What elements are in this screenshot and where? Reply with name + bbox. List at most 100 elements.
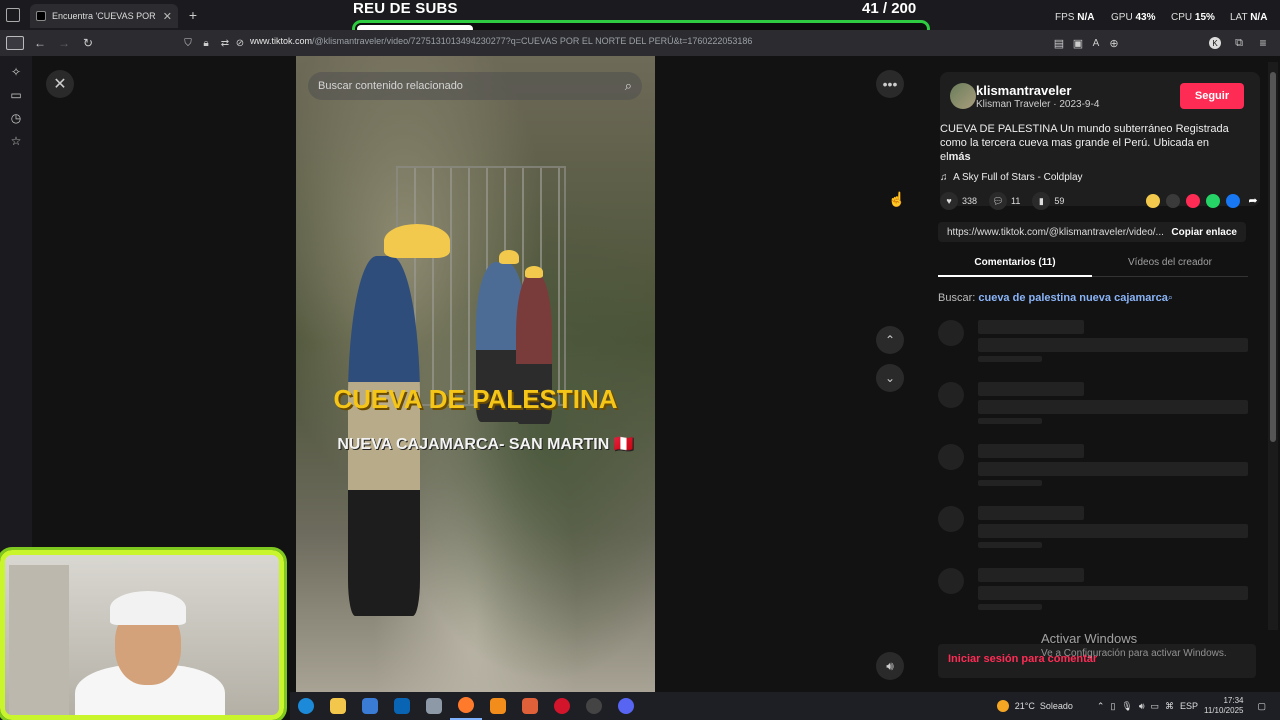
search-icon[interactable]: ⌕ <box>625 78 632 94</box>
close-icon[interactable]: ✕ <box>46 70 74 98</box>
counter-current: 41 <box>862 0 879 17</box>
overlay-counter: 41 / 200 <box>862 0 916 17</box>
outlook-icon[interactable] <box>386 692 418 720</box>
permissions-icon[interactable]: ⇄ <box>219 35 231 51</box>
shield-icon[interactable]: ⛉ <box>182 35 194 51</box>
heart-icon: ♥ <box>940 192 958 210</box>
screenshot-icon[interactable]: ▣ <box>1071 35 1085 51</box>
forward-icon[interactable]: → <box>56 35 72 51</box>
panel-tabs: Comentarios (11) Vídeos del creador <box>938 254 1248 277</box>
action-row: ♥ 338 💬︎ 11 ▮ 59 ➦ <box>940 191 1260 211</box>
cap-image <box>110 591 186 625</box>
device-icon[interactable]: ▯ <box>1110 701 1115 712</box>
details-panel: klismantraveler Klisman Traveler · 2023-… <box>918 56 1280 692</box>
bookmark-icon: ▮ <box>1032 192 1051 210</box>
firefox-icon[interactable] <box>450 692 482 720</box>
new-tab-icon[interactable]: + <box>186 7 200 23</box>
zoom-icon[interactable]: ⊕ <box>1107 35 1121 51</box>
coin-icon[interactable] <box>1146 194 1160 208</box>
close-tab-icon[interactable]: ✕ <box>163 10 172 23</box>
post-description: CUEVA DE PALESTINA Un mundo subterráneo … <box>940 123 1229 163</box>
send-icon[interactable] <box>1186 194 1200 208</box>
comment-button[interactable]: 💬︎ 11 <box>989 192 1020 210</box>
embed-icon[interactable] <box>1166 194 1180 208</box>
volume-icon[interactable]: 🔊︎ <box>876 652 904 680</box>
search-icon: ⌕ <box>1167 292 1173 302</box>
url-field[interactable]: www.tiktok.com/@klismantraveler/video/72… <box>250 36 752 46</box>
store-icon[interactable] <box>354 692 386 720</box>
obs-icon[interactable] <box>578 692 610 720</box>
username[interactable]: klismantraveler <box>976 83 1071 98</box>
helmet-image <box>499 250 519 264</box>
more-link[interactable]: más <box>949 151 971 163</box>
network-icon[interactable]: ▭ <box>1151 701 1160 712</box>
related-search-placeholder: Buscar contenido relacionado <box>318 80 463 92</box>
music-link[interactable]: ♫ A Sky Full of Stars - Coldplay <box>940 172 1083 183</box>
reader-view-icon[interactable]: ▤ <box>1052 35 1066 51</box>
back-icon[interactable]: ← <box>32 35 48 51</box>
discord-icon[interactable] <box>610 692 642 720</box>
notifications-icon[interactable]: ▢ <box>1257 701 1266 712</box>
related-search[interactable]: Buscar: cueva de palestina nueva cajamar… <box>938 292 1173 304</box>
bookmarks-icon[interactable]: ☆ <box>0 129 32 152</box>
related-search-input[interactable]: Buscar contenido relacionado ⌕ <box>308 72 642 100</box>
tab-actions-icon[interactable] <box>6 8 20 22</box>
language-indicator[interactable]: ESP <box>1180 701 1198 711</box>
avatar[interactable] <box>950 83 976 109</box>
system-tray: 21°C Soleado ⌃ ▯ 🎙︎ 🔊︎ ▭ ⌘ ESP 17:34 11/1… <box>996 692 1266 720</box>
webcam-feed <box>0 550 284 720</box>
windows-activation-subtitle: Ve a Configuración para activar Windows. <box>1041 648 1227 659</box>
ai-chat-icon[interactable]: ✧ <box>0 60 32 83</box>
file-explorer-icon[interactable] <box>322 692 354 720</box>
reload-icon[interactable]: ↻ <box>80 35 96 51</box>
account-icon[interactable]: K <box>1209 37 1221 49</box>
bluetooth-icon[interactable]: ⌘ <box>1165 701 1174 712</box>
browser-tab[interactable]: Encuentra 'CUEVAS POR EL ✕ <box>30 4 178 28</box>
app-icon[interactable] <box>514 692 546 720</box>
address-bar-row: ← → ↻ ⛉ 🔒︎ ⇄ ⊘ www.tiktok.com/@klismantr… <box>0 30 1280 56</box>
more-options-icon[interactable]: ••• <box>876 70 904 98</box>
tab-creator-videos[interactable]: Vídeos del creador <box>1092 254 1248 268</box>
share-arrow-icon[interactable]: ➦ <box>1246 194 1260 208</box>
save-button[interactable]: ▮ 59 <box>1032 192 1064 210</box>
opera-icon[interactable] <box>546 692 578 720</box>
clock[interactable]: 17:34 11/10/2025 <box>1204 696 1243 716</box>
display-name-date: Klisman Traveler · 2023-9-4 <box>976 99 1100 110</box>
synced-tabs-icon[interactable]: ▭ <box>0 83 32 106</box>
tab-comments[interactable]: Comentarios (11) <box>938 254 1092 268</box>
tray-chevron-icon[interactable]: ⌃ <box>1097 701 1105 712</box>
share-icons: ➦ <box>1146 194 1260 208</box>
active-tab-underline <box>938 275 1092 277</box>
follow-button[interactable]: Seguir <box>1180 83 1244 109</box>
copy-link-button[interactable]: Copiar enlace <box>1171 227 1237 238</box>
weather-text[interactable]: 21°C Soleado <box>1015 701 1073 711</box>
next-video-icon[interactable]: ⌄ <box>876 364 904 392</box>
video-title-overlay: CUEVA DE PALESTINA <box>333 384 618 414</box>
whatsapp-icon[interactable] <box>1206 194 1220 208</box>
edge-icon[interactable] <box>290 692 322 720</box>
scrollbar[interactable] <box>1268 62 1278 630</box>
scrollbar-thumb[interactable] <box>1270 72 1276 442</box>
tracking-icon[interactable]: ⊘ <box>234 35 246 51</box>
comment-icon: 💬︎ <box>989 192 1008 210</box>
video-subtitle-overlay: NUEVA CAJAMARCA- SAN MARTIN 🇵🇪 <box>337 436 634 453</box>
extensions-icon[interactable]: ⧉ <box>1232 35 1246 51</box>
sidebar-toggle-icon[interactable] <box>6 36 24 50</box>
history-icon[interactable]: ◷ <box>0 106 32 129</box>
like-button[interactable]: ♥ 338 <box>940 192 977 210</box>
translate-icon[interactable]: A <box>1089 35 1103 51</box>
tab-title: Encuentra 'CUEVAS POR EL <box>52 11 157 21</box>
speaker-icon[interactable]: 🔊︎ <box>1139 701 1145 712</box>
lock-icon[interactable]: 🔒︎ <box>200 35 212 51</box>
mic-icon[interactable]: 🎙︎ <box>1121 701 1132 712</box>
music-note-icon: ♫ <box>940 172 948 183</box>
facebook-icon[interactable] <box>1226 194 1240 208</box>
video-player[interactable]: Buscar contenido relacionado ⌕ CUEVA DE … <box>296 56 655 692</box>
app-icon[interactable] <box>418 692 450 720</box>
gpu-stat: GPU 43% <box>1111 12 1156 23</box>
menu-icon[interactable]: ≡ <box>1256 35 1270 51</box>
windows-taskbar: 21°C Soleado ⌃ ▯ 🎙︎ 🔊︎ ▭ ⌘ ESP 17:34 11/1… <box>290 692 1280 720</box>
vlc-icon[interactable] <box>482 692 514 720</box>
lat-stat: LAT N/A <box>1230 12 1268 23</box>
previous-video-icon[interactable]: ⌃ <box>876 326 904 354</box>
